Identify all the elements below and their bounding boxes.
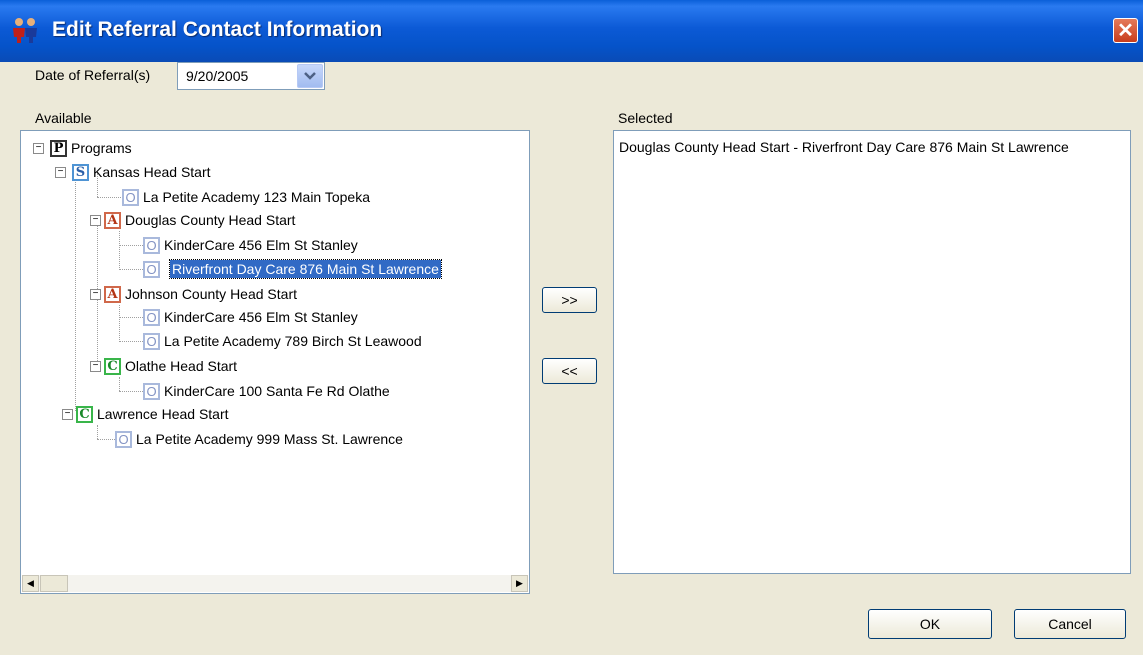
tree-node-kansas-head-start[interactable]: Kansas Head Start	[91, 163, 213, 181]
date-value: 9/20/2005	[186, 68, 249, 84]
site-icon: O	[115, 431, 132, 448]
tree-line	[119, 305, 120, 342]
selected-label: Selected	[618, 110, 673, 126]
tree-node-douglas-county[interactable]: Douglas County Head Start	[123, 211, 297, 229]
close-button[interactable]: ✕	[1113, 18, 1138, 43]
scroll-right-button[interactable]: ▶	[511, 575, 528, 592]
collapse-toggle[interactable]: −	[90, 215, 101, 226]
tree-line	[119, 341, 143, 342]
dropdown-button[interactable]	[297, 64, 323, 88]
date-combobox[interactable]: 9/20/2005	[177, 62, 325, 90]
tree-node-johnson-county[interactable]: Johnson County Head Start	[123, 285, 299, 303]
tree-node-lawrence-site[interactable]: La Petite Academy 999 Mass St. Lawrence	[134, 430, 405, 448]
tree-node-johnson-site-1[interactable]: KinderCare 456 Elm St Stanley	[162, 308, 360, 326]
selected-list[interactable]: Douglas County Head Start - Riverfront D…	[613, 130, 1131, 574]
people-icon	[13, 18, 37, 43]
scroll-thumb[interactable]	[40, 575, 68, 592]
scroll-left-button[interactable]: ◀	[22, 575, 39, 592]
available-tree[interactable]: − P Programs − S Kansas Head Start O La …	[20, 130, 530, 594]
ok-button[interactable]: OK	[868, 609, 992, 639]
remove-button[interactable]: <<	[542, 358, 597, 384]
site-icon: O	[143, 333, 160, 350]
site-icon: O	[143, 261, 160, 278]
center-icon: C	[104, 358, 121, 375]
window-title: Edit Referral Contact Information	[52, 18, 383, 41]
site-icon: O	[143, 383, 160, 400]
tree-node-programs[interactable]: Programs	[69, 139, 134, 157]
collapse-toggle[interactable]: −	[55, 167, 66, 178]
agency-icon: A	[104, 286, 121, 303]
close-icon: ✕	[1117, 19, 1134, 42]
add-button[interactable]: >>	[542, 287, 597, 313]
chevron-down-icon	[304, 72, 316, 80]
horizontal-scrollbar[interactable]: ◀ ▶	[22, 575, 528, 592]
center-icon: C	[76, 406, 93, 423]
collapse-toggle[interactable]: −	[62, 409, 73, 420]
date-label: Date of Referral(s)	[35, 67, 151, 83]
tree-line	[119, 245, 143, 246]
tree-line	[119, 391, 143, 392]
tree-line	[119, 231, 120, 268]
collapse-toggle[interactable]: −	[33, 143, 44, 154]
tree-line	[75, 166, 76, 411]
tree-line	[97, 197, 121, 198]
list-item[interactable]: Douglas County Head Start - Riverfront D…	[619, 139, 1069, 155]
title-bar: Edit Referral Contact Information ✕	[0, 0, 1143, 62]
tree-line	[119, 377, 120, 391]
cancel-button[interactable]: Cancel	[1014, 609, 1126, 639]
grantee-icon: S	[72, 164, 89, 181]
agency-icon: A	[104, 212, 121, 229]
tree-node-olathe[interactable]: Olathe Head Start	[123, 357, 239, 375]
tree-node-lawrence[interactable]: Lawrence Head Start	[95, 405, 231, 423]
collapse-toggle[interactable]: −	[90, 289, 101, 300]
tree-line	[97, 425, 98, 439]
available-label: Available	[35, 110, 92, 126]
tree-node-johnson-site-2[interactable]: La Petite Academy 789 Birch St Leawood	[162, 332, 424, 350]
site-icon: O	[143, 309, 160, 326]
site-icon: O	[143, 237, 160, 254]
program-icon: P	[50, 140, 67, 157]
tree-node-douglas-site-1[interactable]: KinderCare 456 Elm St Stanley	[162, 236, 360, 254]
site-icon: O	[122, 189, 139, 206]
tree-node-kansas-site[interactable]: La Petite Academy 123 Main Topeka	[141, 188, 372, 206]
tree-line	[119, 269, 143, 270]
tree-node-douglas-site-2[interactable]: Riverfront Day Care 876 Main St Lawrence	[169, 259, 442, 279]
collapse-toggle[interactable]: −	[90, 361, 101, 372]
tree-node-olathe-site[interactable]: KinderCare 100 Santa Fe Rd Olathe	[162, 382, 392, 400]
tree-line	[119, 317, 143, 318]
